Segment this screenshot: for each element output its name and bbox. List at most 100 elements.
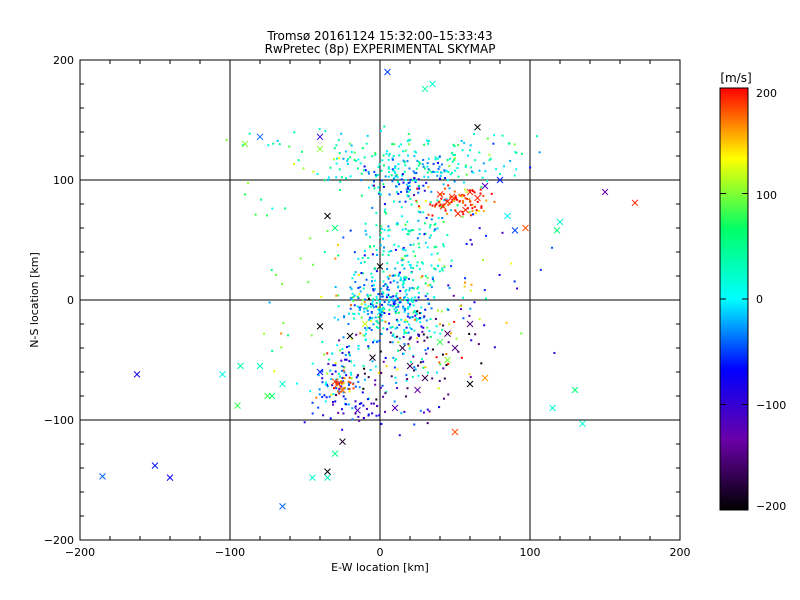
data-point-dot [363,156,366,159]
data-point-dot [457,144,460,147]
data-point-dot [347,380,350,383]
data-point-dot [334,364,337,367]
data-point-dot [404,179,407,182]
data-point-dot [424,366,427,369]
data-point-dot [344,353,347,356]
data-point-dot [436,227,439,230]
data-point-dot [442,220,445,223]
data-point-dot [419,321,422,324]
data-point-dot [296,382,299,385]
data-point-dot [465,173,468,176]
data-point-dot [383,203,386,206]
colorbar: [m/s] 200 100 0 −100 −200 [719,71,786,513]
data-point-dot [409,138,412,141]
data-point-dot [330,393,333,396]
y-tick-label: −100 [44,414,74,427]
data-point-dot [377,166,380,169]
data-point-dot [338,168,341,171]
data-point-dot [359,162,362,165]
data-point-dot [284,207,287,210]
data-point-dot [321,341,324,344]
data-point-dot [382,306,385,309]
data-point-dot [276,139,279,142]
data-point-dot [349,307,352,310]
data-point-dot [350,377,353,380]
data-point-dot [427,186,430,189]
data-point-dot [375,211,378,214]
data-point-dot [244,193,247,196]
data-point-dot [367,256,370,259]
data-point-dot [461,149,464,152]
data-point-dot [336,344,339,347]
data-point-dot [374,383,377,386]
data-point-dot [375,248,378,251]
data-point-dot [437,264,440,267]
data-point-dot [413,309,416,312]
data-point-dot [503,165,506,168]
data-point-dot [331,352,334,355]
data-point-dot [454,195,457,198]
data-point-dot [375,295,378,298]
data-point-dot [406,160,409,163]
data-point-dot [334,257,337,260]
data-point-dot [449,157,452,160]
data-point-dot [362,387,365,390]
data-point-dot [374,153,377,156]
data-point-dot [402,352,405,355]
data-point-dot [355,333,358,336]
data-point-dot [485,234,488,237]
data-point-dot [436,157,439,160]
data-point-dot [385,294,388,297]
data-point-dot [260,198,263,201]
data-point-dot [413,329,416,332]
data-point-dot [395,191,398,194]
data-point-dot [470,166,473,169]
data-point-dot [394,312,397,315]
data-point-dot [451,160,454,163]
data-point-dot [437,201,440,204]
data-point-dot [407,133,410,136]
data-point-dot [415,201,418,204]
data-point-dot [338,388,341,391]
data-point-dot [383,312,386,315]
data-point-dot [400,412,403,415]
data-point-dot [457,163,460,166]
data-point-dot [340,176,343,179]
data-point-dot [340,408,343,411]
data-point-dot [372,402,375,405]
data-point-dot [340,132,343,135]
data-point-dot [345,346,348,349]
data-point-dot [342,382,345,385]
data-point-dot [411,179,414,182]
data-point-dot [339,180,342,183]
data-point-dot [418,228,421,231]
data-point-dot [461,199,464,202]
data-point-dot [386,288,389,291]
data-point-dot [371,412,374,415]
data-point-dot [388,308,391,311]
data-point-dot [539,268,542,271]
data-point-dot [405,326,408,329]
data-point-dot [388,299,391,302]
data-point-dot [377,293,380,296]
data-point-dot [406,140,409,143]
data-point-dot [424,241,427,244]
data-point-dot [386,328,389,331]
data-point-dot [413,177,416,180]
data-point-dot [388,171,391,174]
data-point-dot [460,356,463,359]
data-point-dot [380,225,383,228]
data-point-dot [349,229,352,232]
data-point-dot [263,332,266,335]
data-point-dot [450,152,453,155]
data-point-dot [384,175,387,178]
x-tick-label: −200 [65,546,95,559]
data-point-dot [373,245,376,248]
data-point-dot [335,294,338,297]
data-point-dot [430,253,433,256]
data-point-dot [360,179,363,182]
data-point-dot [407,277,410,280]
data-point-dot [349,175,352,178]
data-point-dot [333,316,336,319]
data-point-dot [430,218,433,221]
